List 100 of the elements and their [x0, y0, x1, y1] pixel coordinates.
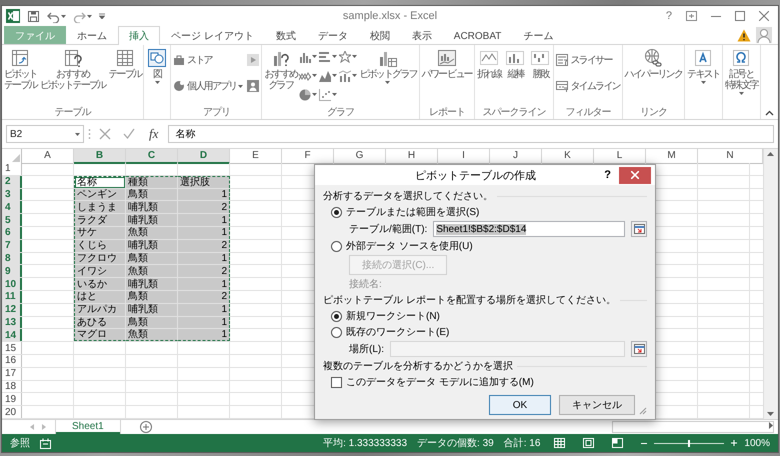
macro-record-icon	[40, 438, 51, 448]
checkbox[interactable]	[331, 376, 342, 388]
account-button[interactable]	[756, 27, 772, 43]
ribbon-button[interactable]: おすすめ ピボットテーブル	[38, 47, 106, 92]
status-stat[interactable]: 合計: 16	[504, 436, 540, 450]
undo-button[interactable]	[47, 10, 66, 22]
name-box[interactable]: B2	[6, 125, 84, 143]
ribbon-tab[interactable]: ホーム	[66, 26, 118, 45]
dialog-button[interactable]: キャンセル	[559, 395, 635, 415]
column-header[interactable]: D	[178, 149, 230, 164]
radio-label[interactable]: テーブルまたは範囲を選択(S)	[346, 205, 480, 219]
row-header[interactable]: 13	[2, 316, 22, 328]
ribbon-button[interactable]: テキスト	[686, 47, 721, 85]
row-header[interactable]: 14	[2, 329, 22, 342]
omega-icon	[731, 48, 752, 68]
save-button[interactable]	[27, 10, 40, 22]
radio-label[interactable]: 新規ワークシート(N)	[346, 309, 440, 323]
radio-button[interactable]	[331, 206, 342, 218]
ribbon-button[interactable]: 折れ線	[476, 47, 502, 81]
ribbon-tab[interactable]: ページ レイアウト	[160, 26, 265, 45]
row-header[interactable]: 2	[2, 176, 22, 188]
ribbon-button[interactable]: 勝敗	[528, 47, 552, 81]
plus-circle-icon	[140, 421, 152, 433]
range-picker-button[interactable]	[631, 341, 647, 357]
column-header[interactable]: C	[126, 149, 178, 164]
scroll-right-icon	[769, 422, 773, 429]
ribbon-button[interactable]: おすすめ グラフ	[263, 47, 298, 92]
ribbon-button[interactable]: ピボット テーブル	[3, 47, 38, 92]
ribbon-button[interactable]: 図	[145, 47, 170, 85]
chart-frame-icon	[436, 48, 457, 68]
vertical-scrollbar[interactable]	[763, 149, 778, 419]
ribbon-button[interactable]: ストア	[172, 47, 244, 73]
ribbon-tab[interactable]: 挿入	[118, 26, 160, 45]
row-header[interactable]: 6	[2, 226, 22, 239]
radio-label[interactable]: 既存のワークシート(E)	[346, 325, 450, 339]
ribbon-display-icon	[686, 11, 697, 21]
table-cell: 1	[178, 252, 230, 264]
help-button[interactable]: ?	[596, 169, 619, 181]
row-header[interactable]: 10	[2, 278, 22, 290]
table-cell: 鳥類	[126, 290, 178, 303]
row-header[interactable]: 9	[2, 265, 22, 278]
table-cell: くじら	[74, 240, 126, 252]
table-cell: 哺乳類	[126, 240, 178, 252]
caret-icon	[75, 132, 80, 136]
redo-button[interactable]	[73, 10, 92, 22]
ribbon-button[interactable]: 縦棒	[503, 47, 528, 81]
table-cell: いるか	[74, 278, 126, 290]
dialog-button[interactable]: OK	[489, 395, 551, 415]
dialog-title: ピボットテーブルの作成	[414, 168, 538, 182]
table-cell: 2	[178, 290, 230, 303]
radio-button[interactable]	[331, 240, 342, 252]
ribbon-button[interactable]: スライサー	[555, 47, 621, 73]
ribbon-button[interactable]: 個人用アプリ	[172, 73, 244, 99]
radio-label[interactable]: 外部データ ソースを使用(U)	[346, 239, 473, 253]
ribbon-tab[interactable]: 数式	[264, 26, 307, 45]
ribbon-button[interactable]: ハイパーリンク	[624, 47, 684, 81]
close-button[interactable]	[619, 166, 651, 184]
ribbon-tab[interactable]: 表示	[400, 26, 443, 45]
page-break-icon	[612, 438, 624, 448]
row-header[interactable]: 3	[2, 188, 22, 200]
pie-chart-icon	[299, 88, 312, 100]
ribbon-tab[interactable]: データ	[306, 26, 359, 45]
collapse-ribbon-button[interactable]	[765, 110, 774, 116]
globe-link-icon	[643, 48, 664, 68]
horizontal-scrollbar[interactable]	[612, 421, 774, 433]
range-field[interactable]: Sheet1!$B$2:$D$14	[433, 221, 625, 237]
ribbon-tab[interactable]: チーム	[512, 26, 564, 45]
ribbon-button[interactable]: テーブル	[107, 47, 142, 81]
radio-button[interactable]	[331, 310, 342, 322]
table-cell: マグロ	[74, 329, 126, 342]
column-header[interactable]: B	[74, 149, 126, 164]
ribbon-tab[interactable]: ACROBAT	[442, 26, 512, 45]
range-picker-button[interactable]	[631, 221, 647, 237]
sheet-tab[interactable]: Sheet1	[56, 420, 120, 434]
row-header[interactable]: 8	[2, 252, 22, 264]
checkbox-label[interactable]: このデータをデータ モデルに追加する(M)	[346, 375, 534, 389]
ribbon-button[interactable]: タイムライン	[555, 73, 621, 99]
ribbon-button[interactable]: ピボットグラフ	[358, 47, 418, 85]
formula-field[interactable]: 名称	[168, 125, 774, 143]
table-cell: あひる	[74, 316, 126, 328]
zoom-level[interactable]: 100%	[744, 438, 770, 448]
customize-toolbar-button[interactable]	[99, 13, 105, 19]
status-stat[interactable]: 平均: 1.333333333	[323, 436, 408, 450]
ribbon-button[interactable]: パワー ビュー	[420, 47, 473, 81]
table-cell: ペンギン	[74, 188, 126, 200]
radio-button[interactable]	[331, 326, 342, 338]
row-header[interactable]: 4	[2, 201, 22, 214]
column-header[interactable]: E	[230, 149, 282, 164]
ribbon-button[interactable]: 記号と 特殊文字	[724, 47, 759, 96]
help-button[interactable]: ?	[660, 7, 677, 25]
insert-function-button[interactable]: fx	[143, 126, 164, 142]
row-header[interactable]: 1	[2, 163, 22, 175]
row-header[interactable]: 7	[2, 240, 22, 252]
ribbon-tab[interactable]: 校閲	[358, 26, 401, 45]
cross-icon	[99, 128, 111, 140]
row-header[interactable]: 12	[2, 304, 22, 316]
status-stat[interactable]: データの個数: 39	[417, 436, 494, 450]
row-header[interactable]: 11	[2, 290, 22, 303]
table-cell: 哺乳類	[126, 278, 178, 290]
row-header[interactable]: 5	[2, 214, 22, 226]
